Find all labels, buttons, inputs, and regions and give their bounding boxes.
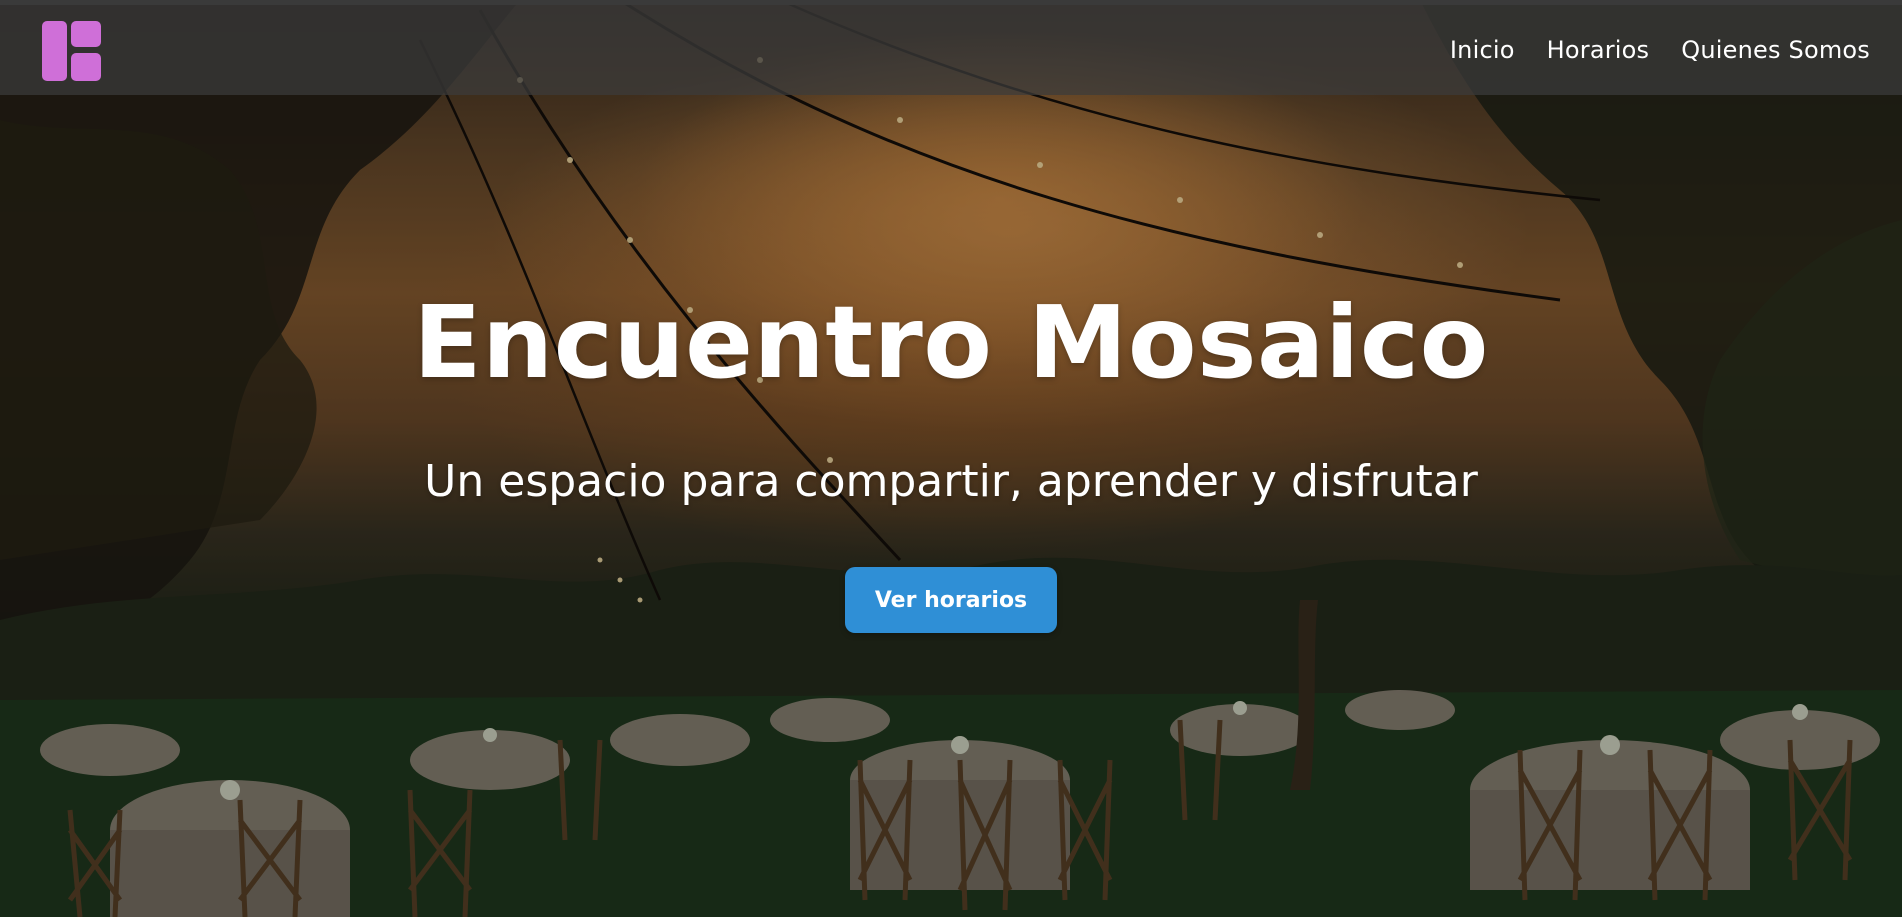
hero-content: Encuentro Mosaico Un espacio para compar… [0, 0, 1902, 917]
hero-subtitle: Un espacio para compartir, aprender y di… [424, 456, 1478, 507]
ver-horarios-button[interactable]: Ver horarios [845, 567, 1057, 633]
top-edge [0, 0, 1902, 5]
hero-title: Encuentro Mosaico [413, 284, 1489, 401]
